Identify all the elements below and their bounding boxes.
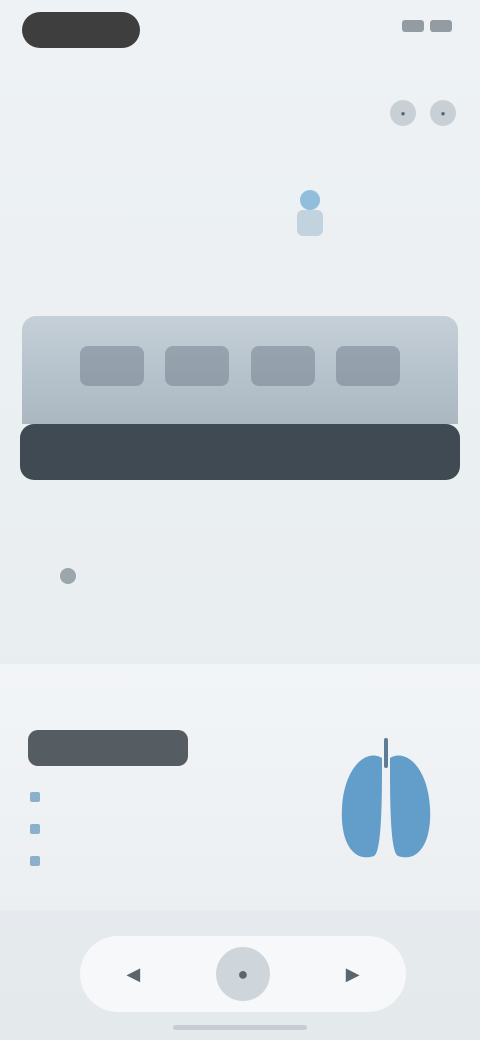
hero-stat	[80, 346, 144, 386]
profile-icon[interactable]: •	[430, 100, 456, 126]
status-bar	[0, 0, 480, 62]
signal-icon	[402, 20, 424, 32]
primary-action-button[interactable]	[20, 424, 460, 480]
feature-item	[30, 856, 48, 866]
date-strip	[0, 162, 480, 236]
bullet-icon	[30, 824, 40, 834]
bell-icon[interactable]: •	[390, 100, 416, 126]
forward-icon[interactable]: ▶	[329, 950, 377, 998]
hero-stat	[165, 346, 230, 386]
bullet-icon	[30, 856, 40, 866]
feature-item	[30, 792, 48, 802]
home-icon[interactable]: ●	[215, 947, 270, 1001]
product-card[interactable]	[0, 664, 480, 910]
status-right	[396, 20, 452, 32]
sensor-icon	[60, 568, 76, 584]
header: • •	[24, 80, 456, 140]
header-actions: • •	[390, 100, 456, 126]
hero-stat	[250, 346, 315, 386]
option-row	[28, 556, 452, 596]
home-indicator	[173, 1025, 307, 1030]
selected-day-highlight	[297, 210, 323, 236]
hero-stat	[335, 346, 400, 386]
bullet-icon	[30, 792, 40, 802]
product-badge	[28, 730, 188, 766]
nav-bar: ◀ ● ▶	[80, 936, 406, 1012]
back-icon[interactable]: ◀	[109, 950, 157, 998]
hero-card	[22, 316, 458, 424]
option-chip[interactable]	[408, 556, 452, 596]
status-pill	[22, 12, 140, 48]
battery-icon	[430, 20, 452, 32]
hero-stats	[80, 346, 400, 386]
lungs-icon	[341, 738, 431, 858]
bottom-nav: ◀ ● ▶	[0, 930, 480, 1040]
feature-item	[30, 824, 48, 834]
selected-day-indicator	[300, 190, 320, 210]
option-chip[interactable]	[28, 556, 98, 596]
